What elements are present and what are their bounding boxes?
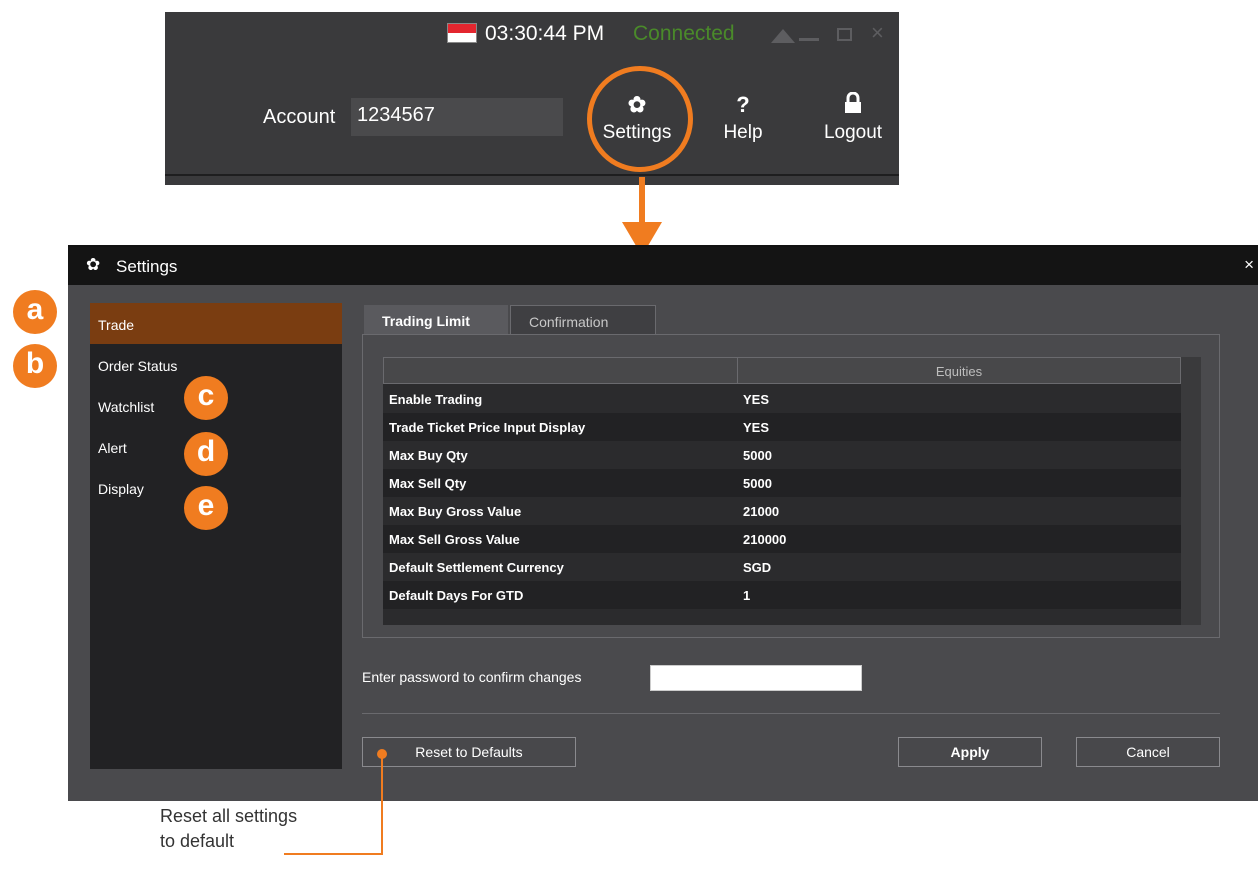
row-label: Max Buy Gross Value xyxy=(389,504,522,519)
toolbar-divider xyxy=(165,174,899,176)
row-value[interactable]: 5000 xyxy=(743,448,772,463)
dialog-title: Settings xyxy=(116,257,178,276)
table-row[interactable]: Max Buy Qty 5000 xyxy=(383,441,1181,469)
settings-sidebar: Trade Order Status Watchlist Alert Displ… xyxy=(90,303,342,769)
callout-badge-e: e xyxy=(184,486,228,530)
cancel-button[interactable]: Cancel xyxy=(1076,737,1220,767)
account-field[interactable]: 1234567 xyxy=(351,98,563,136)
row-value[interactable]: YES xyxy=(743,392,769,407)
grid-header-equities: Equities xyxy=(935,364,983,379)
settings-dialog: ✿ Settings × Trade Order Status Watchlis… xyxy=(68,245,1258,801)
table-row[interactable]: Enable Trading YES xyxy=(383,385,1181,413)
question-mark-icon: ? xyxy=(736,92,750,117)
row-label: Max Buy Qty xyxy=(389,448,468,463)
restore-icon[interactable] xyxy=(837,28,852,41)
annotation-line xyxy=(381,758,383,854)
account-label: Account xyxy=(263,106,336,128)
gear-icon: ✿ xyxy=(86,255,101,274)
table-row[interactable]: Default Settlement Currency SGD xyxy=(383,553,1181,581)
lock-icon xyxy=(813,91,893,122)
settings-highlight-ring xyxy=(587,66,693,172)
row-value[interactable]: 1 xyxy=(743,588,750,603)
tab-confirmation[interactable]: Confirmation xyxy=(510,305,656,335)
grid-header: Equities xyxy=(383,357,1181,384)
table-row[interactable]: Max Buy Gross Value 21000 xyxy=(383,497,1181,525)
row-label: Default Settlement Currency xyxy=(389,560,564,575)
clock: 03:30:44 PM xyxy=(485,22,605,45)
row-value[interactable]: 210000 xyxy=(743,532,786,547)
minimize-icon[interactable] xyxy=(799,38,819,41)
dialog-titlebar: ✿ Settings × xyxy=(68,247,1258,285)
table-row[interactable]: Max Sell Gross Value 210000 xyxy=(383,525,1181,553)
annotation-line-1: Reset all settings xyxy=(160,806,298,826)
table-row[interactable]: Trade Ticket Price Input Display YES xyxy=(383,413,1181,441)
connection-status: Connected xyxy=(633,22,735,45)
row-label: Trade Ticket Price Input Display xyxy=(389,420,586,435)
grid-header-blank xyxy=(384,358,738,383)
help-button[interactable]: ? Help xyxy=(713,92,773,144)
limits-grid: Equities Enable Trading YES Trade Ticket… xyxy=(383,357,1201,625)
callout-badge-a: a xyxy=(13,290,57,334)
tab-trading-limit[interactable]: Trading Limit xyxy=(364,305,508,335)
annotation-line-2: to default xyxy=(160,831,235,851)
help-label: Help xyxy=(723,122,763,143)
close-icon[interactable]: × xyxy=(1244,255,1254,275)
sidebar-item-trade[interactable]: Trade xyxy=(90,303,342,344)
logout-button[interactable]: Logout xyxy=(813,91,893,144)
annotation-text: Reset all settings to default xyxy=(160,804,370,854)
callout-badge-d: d xyxy=(184,432,228,476)
collapse-icon[interactable] xyxy=(771,29,795,43)
grid-scrollbar[interactable] xyxy=(1181,357,1201,625)
table-row[interactable]: Max Sell Qty 5000 xyxy=(383,469,1181,497)
row-value[interactable]: SGD xyxy=(743,560,771,575)
top-toolbar: 03:30:44 PM Connected × Account 1234567 … xyxy=(165,12,899,185)
reset-to-defaults-button[interactable]: Reset to Defaults xyxy=(362,737,576,767)
callout-badge-c: c xyxy=(184,376,228,420)
divider xyxy=(362,713,1220,714)
row-label: Enable Trading xyxy=(389,392,483,407)
row-label: Max Sell Gross Value xyxy=(389,532,520,547)
callout-badge-b: b xyxy=(13,344,57,388)
logout-label: Logout xyxy=(823,122,883,143)
trading-limit-panel: Equities Enable Trading YES Trade Ticket… xyxy=(362,334,1220,638)
pointer-arrow xyxy=(639,177,645,227)
password-label: Enter password to confirm changes xyxy=(362,669,582,685)
row-label: Default Days For GTD xyxy=(389,588,524,603)
password-field[interactable] xyxy=(650,665,862,691)
row-label: Max Sell Qty xyxy=(389,476,467,491)
table-row[interactable]: Default Days For GTD 1 xyxy=(383,581,1181,609)
row-value[interactable]: 5000 xyxy=(743,476,772,491)
row-value[interactable]: 21000 xyxy=(743,504,779,519)
apply-button[interactable]: Apply xyxy=(898,737,1042,767)
singapore-flag-icon xyxy=(447,23,477,43)
close-icon[interactable]: × xyxy=(871,20,884,46)
row-value[interactable]: YES xyxy=(743,420,769,435)
